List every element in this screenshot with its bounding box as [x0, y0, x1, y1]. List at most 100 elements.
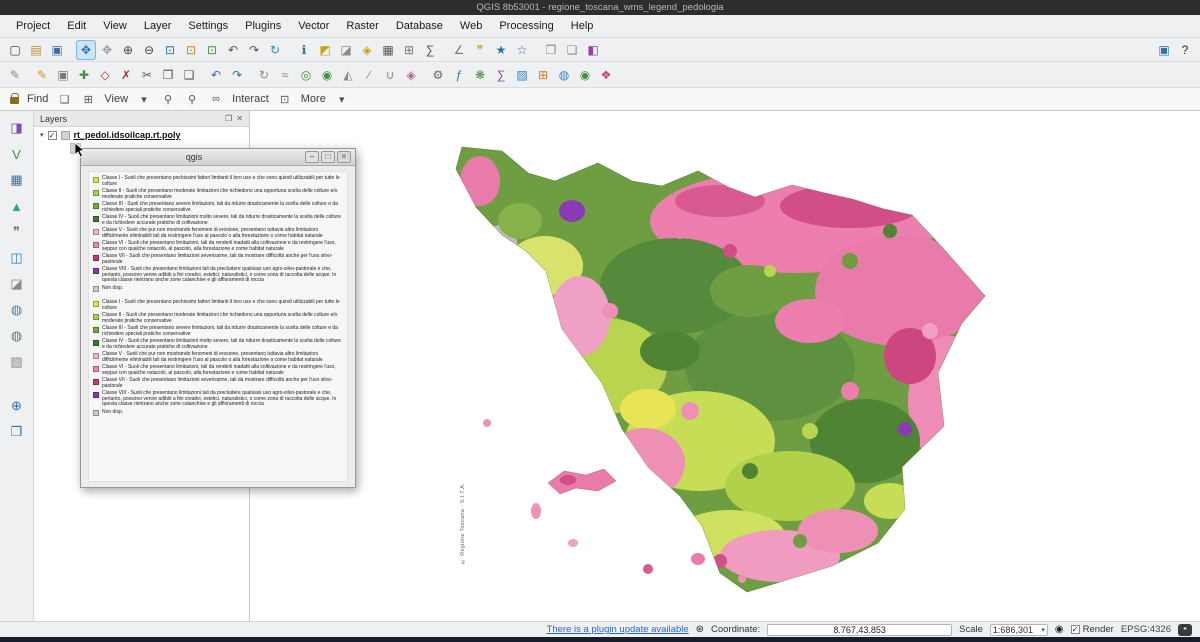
add-wfs-layer-icon[interactable]: ◍ [8, 327, 26, 345]
plugin-update-link[interactable]: There is a plugin update available [547, 624, 689, 635]
select-features-icon[interactable]: ◩ [315, 40, 335, 60]
close-button[interactable]: × [337, 151, 351, 163]
map-refresh-icon[interactable]: ↻ [265, 40, 285, 60]
map-canvas[interactable]: © Regione Toscana - S.I.T.A. [250, 111, 1200, 621]
lock-scale-icon[interactable]: ◉ [1055, 624, 1064, 635]
scale-combo[interactable]: 1:686,301 ▾ [990, 624, 1048, 636]
statistics-icon[interactable]: ∑ [491, 65, 511, 85]
new-shapefile-icon[interactable]: ▧ [8, 353, 26, 371]
zoom-in-icon[interactable]: ⊕ [118, 40, 138, 60]
add-mesh-layer-icon[interactable]: ▲ [8, 197, 26, 215]
split-features-icon[interactable]: ∕ [359, 65, 379, 85]
osm-place-search-icon[interactable]: ⊕ [8, 397, 26, 415]
pan-to-selection-icon[interactable]: ✥ [97, 40, 117, 60]
pin-icon[interactable]: ⚲ [160, 93, 176, 106]
zoom-to-layer-icon[interactable]: ⊡ [202, 40, 222, 60]
view-label[interactable]: View [104, 93, 128, 105]
delete-selected-icon[interactable]: ✗ [116, 65, 136, 85]
zoom-next-icon[interactable]: ↷ [244, 40, 264, 60]
reshape-features-icon[interactable]: ◭ [338, 65, 358, 85]
maximize-button[interactable]: □ [321, 151, 335, 163]
paste-features-icon[interactable]: ❑ [179, 65, 199, 85]
save-layer-edits-icon[interactable]: ▣ [53, 65, 73, 85]
add-vector-layer-icon[interactable]: V [8, 145, 26, 163]
find-label[interactable]: Find [27, 93, 48, 105]
deselect-features-icon[interactable]: ◪ [336, 40, 356, 60]
menu-vector[interactable]: Vector [290, 17, 337, 35]
render-checkbox[interactable]: ✓ Render [1071, 624, 1114, 635]
menu-plugins[interactable]: Plugins [237, 17, 289, 35]
menu-raster[interactable]: Raster [338, 17, 386, 35]
menu-project[interactable]: Project [8, 17, 58, 35]
interpolation-icon[interactable]: ▨ [512, 65, 532, 85]
expander-icon[interactable]: ▾ [40, 131, 44, 139]
open-attribute-table-icon[interactable]: ▦ [378, 40, 398, 60]
elements-grid-icon[interactable]: ⊞ [80, 93, 96, 106]
python-editor-icon[interactable]: ƒ [449, 65, 469, 85]
zoom-to-selection-icon[interactable]: ⊡ [181, 40, 201, 60]
copy-features-icon[interactable]: ❐ [158, 65, 178, 85]
more-label[interactable]: More [301, 93, 326, 105]
redo-icon[interactable]: ↷ [227, 65, 247, 85]
add-raster-layer-icon[interactable]: ▦ [8, 171, 26, 189]
add-postgis-layer-icon[interactable]: ◫ [8, 249, 26, 267]
add-delimited-text-icon[interactable]: ❞ [8, 223, 26, 241]
menu-processing[interactable]: Processing [491, 17, 561, 35]
rotate-feature-icon[interactable]: ↻ [254, 65, 274, 85]
project-open-icon[interactable]: ▤ [26, 40, 46, 60]
data-source-manager-icon[interactable]: ◨ [8, 119, 26, 137]
zoom-full-icon[interactable]: ⊡ [160, 40, 180, 60]
menu-layer[interactable]: Layer [136, 17, 180, 35]
georeferencer-icon[interactable]: ⊞ [533, 65, 553, 85]
coordinate-input[interactable]: 8.767,43.853 [767, 624, 952, 636]
style-manager-icon[interactable]: ◧ [583, 40, 603, 60]
add-wms-layer-icon[interactable]: ◍ [8, 301, 26, 319]
menu-help[interactable]: Help [563, 17, 602, 35]
map-tips-icon[interactable]: ❞ [470, 40, 490, 60]
zoom-last-icon[interactable]: ↶ [223, 40, 243, 60]
layer-tree-item[interactable]: ▾ ✓ rt_pedol.idsoilcap.rt.poly [34, 127, 249, 142]
undo-icon[interactable]: ↶ [206, 65, 226, 85]
metasearch-icon[interactable]: ◍ [554, 65, 574, 85]
measure-line-icon[interactable]: ∠ [449, 40, 469, 60]
layer-name[interactable]: rt_pedol.idsoilcap.rt.poly [74, 130, 181, 140]
vertex-tool-icon[interactable]: ◇ [95, 65, 115, 85]
dialog-titlebar[interactable]: qgis – □ × [81, 149, 355, 166]
help-contents-icon[interactable]: ❒ [8, 423, 26, 441]
plugin-misc-icon[interactable]: ❖ [596, 65, 616, 85]
add-feature-icon[interactable]: ✚ [74, 65, 94, 85]
new-print-layout-icon[interactable]: ❒ [541, 40, 561, 60]
layout-manager-icon[interactable]: ❏ [562, 40, 582, 60]
crs-indicator[interactable]: EPSG:4326 [1121, 624, 1171, 635]
whats-this-icon[interactable]: ? [1175, 40, 1195, 60]
minimize-button[interactable]: – [305, 151, 319, 163]
select-by-expression-icon[interactable]: ◈ [357, 40, 377, 60]
identify-features-icon[interactable]: ℹ [294, 40, 314, 60]
toggle-editing-icon[interactable]: ✎ [32, 65, 52, 85]
close-panel-icon[interactable]: ✕ [236, 114, 243, 123]
target-icon[interactable]: ⊡ [277, 93, 293, 106]
link-icon[interactable]: ∞ [208, 93, 224, 105]
pin-alt-icon[interactable]: ⚲ [184, 93, 200, 106]
plugin-icon[interactable]: ⊛ [696, 624, 704, 635]
more-chevron-icon[interactable]: ▾ [334, 93, 350, 106]
chevron-down-icon[interactable]: ▾ [136, 93, 152, 106]
python-console-icon[interactable]: ▣ [1154, 40, 1174, 60]
add-ring-icon[interactable]: ◎ [296, 65, 316, 85]
snapping-options-icon[interactable]: ◈ [401, 65, 421, 85]
osm-tools-icon[interactable]: ◉ [575, 65, 595, 85]
add-spatialite-layer-icon[interactable]: ◪ [8, 275, 26, 293]
merge-features-icon[interactable]: ∪ [380, 65, 400, 85]
menu-settings[interactable]: Settings [180, 17, 236, 35]
menu-web[interactable]: Web [452, 17, 490, 35]
show-bookmarks-icon[interactable]: ☆ [512, 40, 532, 60]
layer-visibility-checkbox[interactable]: ✓ [48, 131, 57, 140]
new-bookmark-icon[interactable]: ★ [491, 40, 511, 60]
pan-map-icon[interactable]: ✥ [76, 40, 96, 60]
menu-database[interactable]: Database [388, 17, 451, 35]
zoom-out-icon[interactable]: ⊖ [139, 40, 159, 60]
interact-label[interactable]: Interact [232, 93, 269, 105]
menu-view[interactable]: View [95, 17, 135, 35]
processing-toolbox-icon[interactable]: ⚙ [428, 65, 448, 85]
project-save-icon[interactable]: ▣ [47, 40, 67, 60]
